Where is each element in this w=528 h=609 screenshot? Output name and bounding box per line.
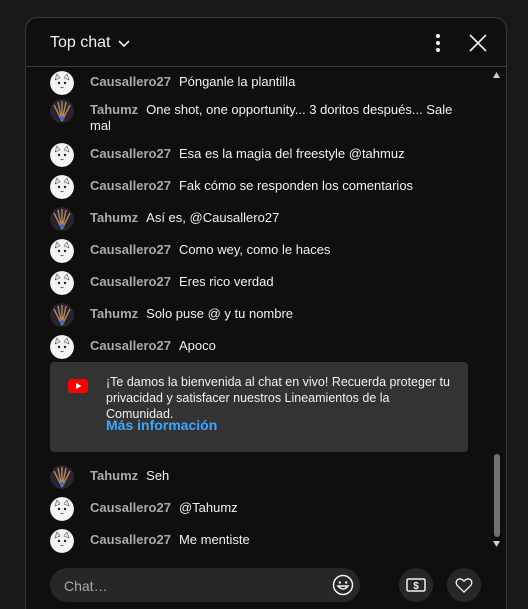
cat-avatar[interactable]: [50, 71, 74, 95]
message-author[interactable]: Tahumz: [90, 468, 138, 483]
message-author[interactable]: Causallero27: [90, 146, 171, 161]
message-text: Apoco: [178, 338, 216, 353]
learn-more-link[interactable]: Más información: [106, 417, 217, 433]
cat-avatar[interactable]: [50, 529, 74, 553]
message-text: Esa es la magia del freestyle @tahmuz: [178, 146, 405, 161]
peacock-avatar[interactable]: [50, 99, 74, 123]
message-author[interactable]: Tahumz: [90, 210, 138, 225]
message-author[interactable]: Causallero27: [90, 338, 171, 353]
welcome-banner: ¡Te damos la bienvenida al chat en vivo!…: [50, 362, 468, 452]
chat-message: Tahumz One shot, one opportunity... 3 dor…: [50, 99, 470, 134]
dollar-bill-icon: $: [406, 578, 426, 592]
message-author[interactable]: Causallero27: [90, 74, 171, 89]
scroll-up-arrow-icon[interactable]: [493, 72, 500, 78]
chat-message-list[interactable]: Causallero27 Pónganle la plantilla Tahumz…: [26, 67, 506, 555]
message-author[interactable]: Causallero27: [90, 178, 171, 193]
live-chat-panel: Top chat Causallero27 Pónganle la plantil…: [25, 17, 507, 609]
chat-scrollbar[interactable]: [490, 67, 502, 555]
chat-message: Causallero27 @Tahumz: [50, 497, 470, 521]
chat-message: Tahumz Así es, @Causallero27: [50, 207, 470, 231]
message-text: Así es, @Causallero27: [146, 210, 280, 225]
message-text: Eres rico verdad: [178, 274, 274, 289]
chat-mode-dropdown[interactable]: Top chat: [50, 32, 132, 54]
cat-avatar[interactable]: [50, 143, 74, 167]
chat-message: Causallero27 Eres rico verdad: [50, 271, 470, 295]
super-chat-button[interactable]: $: [399, 568, 433, 602]
cat-avatar[interactable]: [50, 271, 74, 295]
scroll-thumb[interactable]: [494, 454, 500, 537]
cat-avatar[interactable]: [50, 175, 74, 199]
cat-avatar[interactable]: [50, 239, 74, 263]
message-author[interactable]: Tahumz: [90, 306, 138, 321]
chevron-down-icon: [118, 40, 131, 48]
chat-message: Causallero27 Como wey, como le haces: [50, 239, 470, 263]
peacock-avatar[interactable]: [50, 465, 74, 489]
message-text: Seh: [146, 468, 170, 483]
chat-message: Causallero27 Me mentiste: [50, 529, 470, 553]
message-text: Fak cómo se responden los comentarios: [178, 178, 414, 193]
emoji-icon[interactable]: [332, 574, 354, 596]
cat-avatar[interactable]: [50, 335, 74, 359]
peacock-avatar[interactable]: [50, 303, 74, 327]
chat-header: Top chat: [26, 18, 506, 67]
message-author[interactable]: Causallero27: [90, 532, 171, 547]
chat-composer: [50, 568, 360, 604]
message-text: Como wey, como le haces: [178, 242, 331, 257]
svg-text:$: $: [413, 581, 419, 592]
message-text: @Tahumz: [178, 500, 238, 515]
message-text: Me mentiste: [178, 532, 250, 547]
more-vert-icon[interactable]: [426, 31, 450, 55]
reaction-heart-button[interactable]: [447, 568, 481, 602]
chat-message: Tahumz Seh: [50, 465, 470, 489]
chat-message: Tahumz Solo puse @ y tu nombre: [50, 303, 470, 327]
message-author[interactable]: Causallero27: [90, 274, 171, 289]
youtube-logo-icon: [68, 379, 88, 393]
chat-message: Causallero27 Pónganle la plantilla: [50, 71, 470, 95]
chat-message: Causallero27 Esa es la magia del freestyl…: [50, 143, 470, 167]
chat-mode-label: Top chat: [50, 34, 111, 51]
scroll-down-arrow-icon[interactable]: [493, 541, 500, 547]
welcome-message: ¡Te damos la bienvenida al chat en vivo!…: [106, 375, 450, 421]
chat-input[interactable]: [62, 568, 316, 604]
close-icon[interactable]: [466, 31, 490, 55]
message-author[interactable]: Tahumz: [90, 102, 138, 117]
peacock-avatar[interactable]: [50, 207, 74, 231]
message-text: One shot, one opportunity... 3 doritos d…: [90, 102, 453, 133]
cat-avatar[interactable]: [50, 497, 74, 521]
heart-icon: [455, 578, 473, 594]
message-text: Pónganle la plantilla: [178, 74, 296, 89]
message-text: Solo puse @ y tu nombre: [146, 306, 294, 321]
message-author[interactable]: Causallero27: [90, 242, 171, 257]
chat-message: Causallero27 Apoco: [50, 335, 470, 359]
message-author[interactable]: Causallero27: [90, 500, 171, 515]
chat-message: Causallero27 Fak cómo se responden los co…: [50, 175, 470, 199]
